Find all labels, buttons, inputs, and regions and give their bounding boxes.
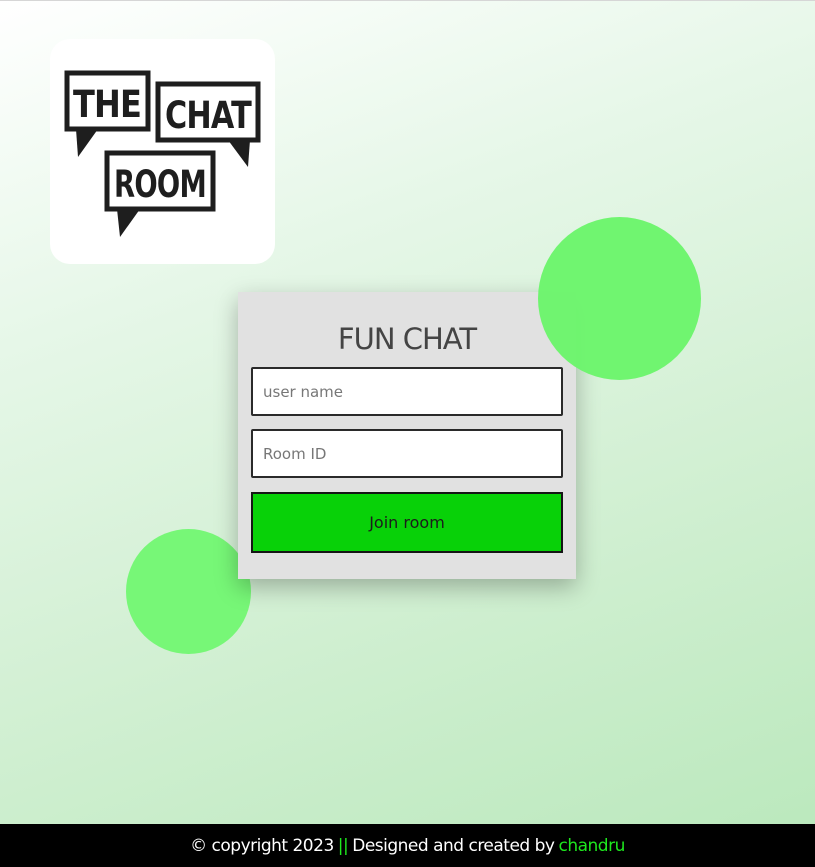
logo-word-room: ROOM <box>114 163 206 206</box>
footer-credit: Designed and created by <box>352 835 555 856</box>
join-room-button[interactable]: Join room <box>251 492 563 553</box>
decorative-circle-right <box>538 217 701 380</box>
footer-separator: || <box>337 835 349 856</box>
logo-graphic: THE CHAT ROOM <box>64 70 261 237</box>
the-chat-room-logo: THE CHAT ROOM <box>50 39 275 264</box>
card-title: FUN CHAT <box>337 322 477 356</box>
username-input[interactable] <box>251 367 563 416</box>
decorative-circle-left <box>126 529 251 654</box>
join-room-card: FUN CHAT Join room <box>238 292 576 579</box>
logo-word-the: THE <box>73 83 141 126</box>
footer-copyright: © copyright 2023 <box>190 835 334 856</box>
logo-word-chat: CHAT <box>165 94 252 137</box>
room-id-input[interactable] <box>251 429 563 478</box>
footer: © copyright 2023 || Designed and created… <box>0 824 815 867</box>
top-border <box>0 0 815 1</box>
footer-author-link[interactable]: chandru <box>558 836 625 856</box>
